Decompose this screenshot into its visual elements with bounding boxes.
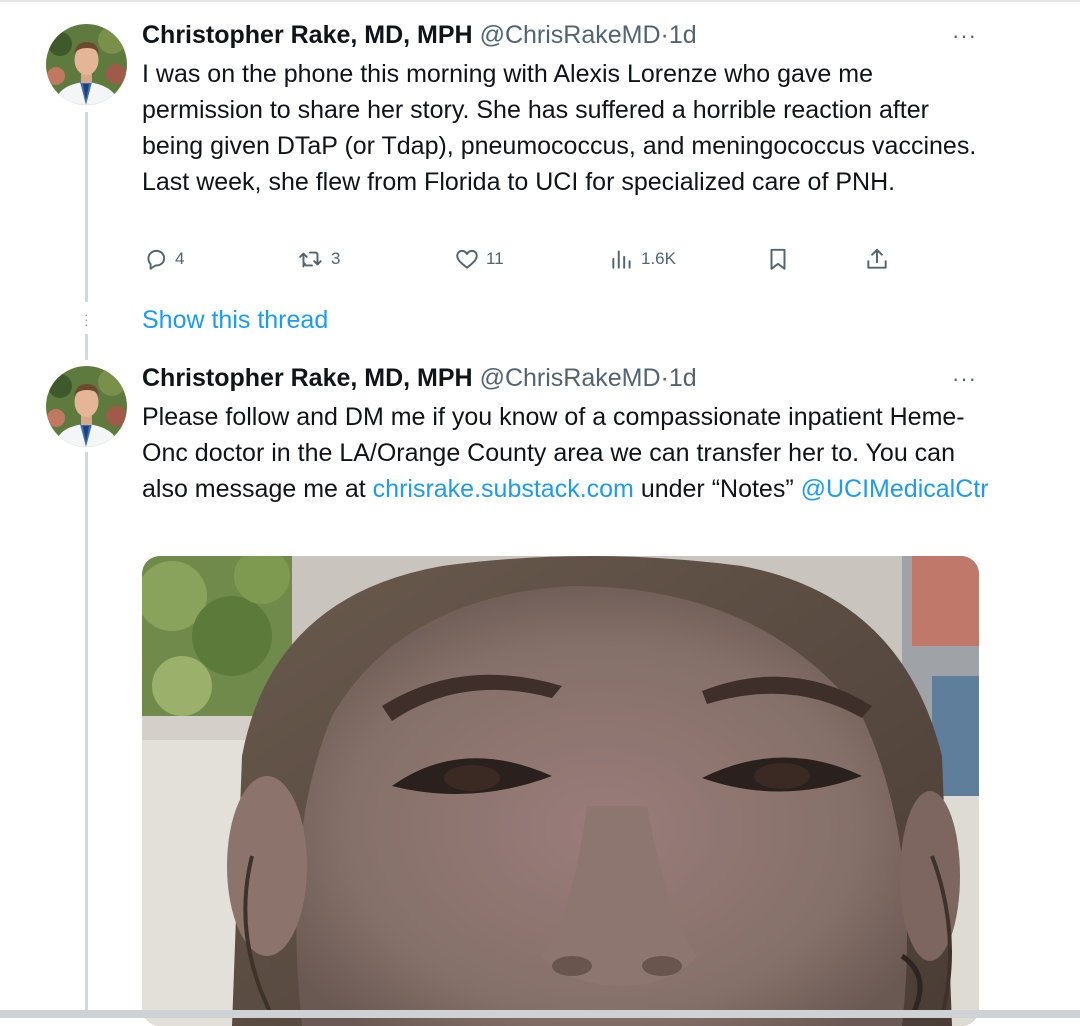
author-handle[interactable]: @ChrisRakeMD xyxy=(480,21,661,49)
author-name[interactable]: Christopher Rake, MD, MPH xyxy=(142,364,473,392)
show-thread-link[interactable]: Show this thread xyxy=(142,306,328,335)
reply-count: 4 xyxy=(175,249,185,268)
author-handle[interactable]: @ChrisRakeMD xyxy=(480,364,661,392)
avatar[interactable] xyxy=(46,366,127,447)
tweet-header: Christopher Rake, MD, MPH @ChrisRakeMD·1… xyxy=(142,363,697,393)
tweet-text: Please follow and DM me if you know of a… xyxy=(142,399,992,507)
reply-button[interactable]: 4 xyxy=(143,246,184,272)
tweet-media-photo[interactable] xyxy=(142,556,979,1026)
window-top-border xyxy=(0,0,1080,2)
more-icon[interactable]: ··· xyxy=(952,368,977,390)
like-icon xyxy=(454,246,480,272)
bookmark-button[interactable] xyxy=(765,246,791,272)
like-count: 11 xyxy=(486,249,504,268)
share-button[interactable] xyxy=(864,246,890,272)
timestamp[interactable]: 1d xyxy=(669,21,697,49)
retweet-button[interactable]: 3 xyxy=(297,246,340,272)
reply-icon xyxy=(143,246,169,272)
retweet-icon xyxy=(297,246,325,272)
share-icon xyxy=(864,246,890,272)
retweet-count: 3 xyxy=(331,249,341,268)
thread-line xyxy=(85,334,88,360)
mention-link[interactable]: @UCIMedicalCtr xyxy=(801,475,989,503)
timestamp[interactable]: 1d xyxy=(669,364,697,392)
more-icon[interactable]: ··· xyxy=(952,25,977,47)
tweet-text-part: under “Notes” xyxy=(633,475,801,503)
thread-line xyxy=(85,452,88,1012)
separator-dot: · xyxy=(660,21,669,49)
author-name[interactable]: Christopher Rake, MD, MPH xyxy=(142,21,473,49)
window-bottom-border xyxy=(0,1010,1080,1018)
views-button[interactable]: 1.6K xyxy=(609,246,676,272)
avatar[interactable] xyxy=(46,24,127,105)
tweet-actions: 4 3 11 1.6K xyxy=(0,246,1080,278)
views-count: 1.6K xyxy=(641,249,676,268)
views-icon xyxy=(609,246,635,272)
like-button[interactable]: 11 xyxy=(454,246,504,272)
tweet-header: Christopher Rake, MD, MPH @ChrisRakeMD·1… xyxy=(142,20,697,50)
substack-link[interactable]: chrisrake.substack.com xyxy=(373,475,634,503)
thread-gap-dots: · · · xyxy=(84,306,89,332)
tweet-text: I was on the phone this morning with Ale… xyxy=(142,60,977,196)
bookmark-icon xyxy=(765,246,791,272)
separator-dot: · xyxy=(660,364,669,392)
